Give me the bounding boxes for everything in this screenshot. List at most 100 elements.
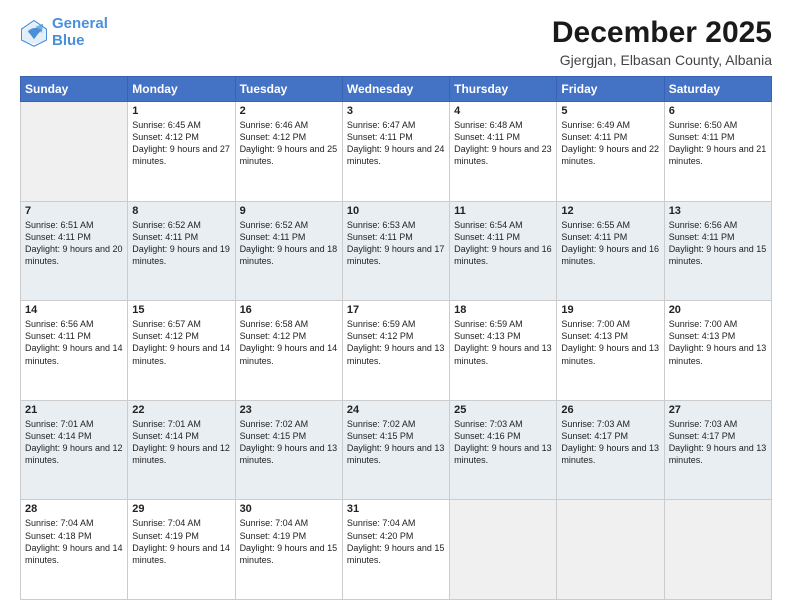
calendar-cell: 2 Sunrise: 6:46 AMSunset: 4:12 PMDaylight… xyxy=(235,102,342,202)
calendar-cell: 19 Sunrise: 7:00 AMSunset: 4:13 PMDayligh… xyxy=(557,301,664,401)
calendar-cell: 13 Sunrise: 6:56 AMSunset: 4:11 PMDayligh… xyxy=(664,201,771,301)
header-tuesday: Tuesday xyxy=(235,77,342,102)
day-info: Sunrise: 6:46 AMSunset: 4:12 PMDaylight:… xyxy=(240,119,338,168)
day-number: 29 xyxy=(132,503,230,515)
logo-line2: Blue xyxy=(52,32,85,49)
calendar-cell: 5 Sunrise: 6:49 AMSunset: 4:11 PMDaylight… xyxy=(557,102,664,202)
calendar-cell: 21 Sunrise: 7:01 AMSunset: 4:14 PMDayligh… xyxy=(21,400,128,500)
logo-line1: General xyxy=(52,15,108,32)
day-info: Sunrise: 6:56 AMSunset: 4:11 PMDaylight:… xyxy=(669,219,767,268)
day-info: Sunrise: 7:02 AMSunset: 4:15 PMDaylight:… xyxy=(240,418,338,467)
day-info: Sunrise: 6:49 AMSunset: 4:11 PMDaylight:… xyxy=(561,119,659,168)
day-info: Sunrise: 6:50 AMSunset: 4:11 PMDaylight:… xyxy=(669,119,767,168)
logo: General Blue xyxy=(20,16,108,49)
day-info: Sunrise: 6:59 AMSunset: 4:12 PMDaylight:… xyxy=(347,318,445,367)
day-number: 19 xyxy=(561,304,659,316)
calendar-cell xyxy=(664,500,771,600)
calendar-cell xyxy=(557,500,664,600)
calendar-cell: 23 Sunrise: 7:02 AMSunset: 4:15 PMDayligh… xyxy=(235,400,342,500)
day-info: Sunrise: 6:55 AMSunset: 4:11 PMDaylight:… xyxy=(561,219,659,268)
day-number: 22 xyxy=(132,404,230,416)
calendar-cell: 18 Sunrise: 6:59 AMSunset: 4:13 PMDayligh… xyxy=(450,301,557,401)
day-info: Sunrise: 6:52 AMSunset: 4:11 PMDaylight:… xyxy=(132,219,230,268)
calendar-cell: 27Sunrise: 7:03 AMSunset: 4:17 PMDayligh… xyxy=(664,400,771,500)
day-number: 12 xyxy=(561,205,659,217)
calendar-cell: 1Sunrise: 6:45 AMSunset: 4:12 PMDaylight… xyxy=(128,102,235,202)
calendar-cell: 3Sunrise: 6:47 AMSunset: 4:11 PMDaylight… xyxy=(342,102,449,202)
day-info: Sunrise: 6:57 AMSunset: 4:12 PMDaylight:… xyxy=(132,318,230,367)
logo-icon xyxy=(20,19,48,47)
day-number: 26 xyxy=(561,404,659,416)
calendar-cell: 11 Sunrise: 6:54 AMSunset: 4:11 PMDayligh… xyxy=(450,201,557,301)
day-info: Sunrise: 6:45 AMSunset: 4:12 PMDaylight:… xyxy=(132,119,230,168)
calendar-cell: 12 Sunrise: 6:55 AMSunset: 4:11 PMDayligh… xyxy=(557,201,664,301)
calendar-cell: 6 Sunrise: 6:50 AMSunset: 4:11 PMDaylight… xyxy=(664,102,771,202)
calendar: Sunday Monday Tuesday Wednesday Thursday… xyxy=(20,76,772,600)
calendar-week-row: 28 Sunrise: 7:04 AMSunset: 4:18 PMDayligh… xyxy=(21,500,772,600)
day-number: 8 xyxy=(132,205,230,217)
day-info: Sunrise: 6:59 AMSunset: 4:13 PMDaylight:… xyxy=(454,318,552,367)
day-number: 9 xyxy=(240,205,338,217)
header-monday: Monday xyxy=(128,77,235,102)
day-info: Sunrise: 7:04 AMSunset: 4:19 PMDaylight:… xyxy=(132,517,230,566)
calendar-cell: 9Sunrise: 6:52 AMSunset: 4:11 PMDaylight… xyxy=(235,201,342,301)
day-number: 23 xyxy=(240,404,338,416)
day-info: Sunrise: 7:02 AMSunset: 4:15 PMDaylight:… xyxy=(347,418,445,467)
day-info: Sunrise: 7:04 AMSunset: 4:18 PMDaylight:… xyxy=(25,517,123,566)
calendar-cell: 22 Sunrise: 7:01 AMSunset: 4:14 PMDayligh… xyxy=(128,400,235,500)
calendar-cell: 25Sunrise: 7:03 AMSunset: 4:16 PMDayligh… xyxy=(450,400,557,500)
day-number: 3 xyxy=(347,105,445,117)
day-info: Sunrise: 7:04 AMSunset: 4:19 PMDaylight:… xyxy=(240,517,338,566)
day-number: 6 xyxy=(669,105,767,117)
day-number: 31 xyxy=(347,503,445,515)
day-info: Sunrise: 7:01 AMSunset: 4:14 PMDaylight:… xyxy=(25,418,123,467)
day-info: Sunrise: 6:58 AMSunset: 4:12 PMDaylight:… xyxy=(240,318,338,367)
title-block: December 2025 Gjergjan, Elbasan County, … xyxy=(552,16,772,68)
day-info: Sunrise: 6:54 AMSunset: 4:11 PMDaylight:… xyxy=(454,219,552,268)
logo-text: General Blue xyxy=(52,16,108,49)
calendar-week-row: 7Sunrise: 6:51 AMSunset: 4:11 PMDaylight… xyxy=(21,201,772,301)
day-number: 24 xyxy=(347,404,445,416)
header-sunday: Sunday xyxy=(21,77,128,102)
day-info: Sunrise: 7:00 AMSunset: 4:13 PMDaylight:… xyxy=(561,318,659,367)
calendar-cell: 4 Sunrise: 6:48 AMSunset: 4:11 PMDaylight… xyxy=(450,102,557,202)
header: General Blue December 2025 Gjergjan, Elb… xyxy=(20,16,772,68)
day-number: 14 xyxy=(25,304,123,316)
month-year: December 2025 xyxy=(552,16,772,50)
day-info: Sunrise: 7:03 AMSunset: 4:16 PMDaylight:… xyxy=(454,418,552,467)
calendar-week-row: 1Sunrise: 6:45 AMSunset: 4:12 PMDaylight… xyxy=(21,102,772,202)
day-info: Sunrise: 7:03 AMSunset: 4:17 PMDaylight:… xyxy=(561,418,659,467)
calendar-cell: 16 Sunrise: 6:58 AMSunset: 4:12 PMDayligh… xyxy=(235,301,342,401)
location: Gjergjan, Elbasan County, Albania xyxy=(552,52,772,68)
calendar-cell: 7Sunrise: 6:51 AMSunset: 4:11 PMDaylight… xyxy=(21,201,128,301)
calendar-cell: 15Sunrise: 6:57 AMSunset: 4:12 PMDayligh… xyxy=(128,301,235,401)
day-number: 10 xyxy=(347,205,445,217)
day-number: 5 xyxy=(561,105,659,117)
day-number: 4 xyxy=(454,105,552,117)
calendar-cell xyxy=(450,500,557,600)
page: General Blue December 2025 Gjergjan, Elb… xyxy=(0,0,792,612)
day-number: 13 xyxy=(669,205,767,217)
day-info: Sunrise: 6:56 AMSunset: 4:11 PMDaylight:… xyxy=(25,318,123,367)
day-number: 7 xyxy=(25,205,123,217)
day-info: Sunrise: 6:53 AMSunset: 4:11 PMDaylight:… xyxy=(347,219,445,268)
day-number: 28 xyxy=(25,503,123,515)
day-number: 27 xyxy=(669,404,767,416)
day-info: Sunrise: 6:48 AMSunset: 4:11 PMDaylight:… xyxy=(454,119,552,168)
day-number: 16 xyxy=(240,304,338,316)
calendar-cell: 20 Sunrise: 7:00 AMSunset: 4:13 PMDayligh… xyxy=(664,301,771,401)
day-number: 2 xyxy=(240,105,338,117)
header-saturday: Saturday xyxy=(664,77,771,102)
day-number: 21 xyxy=(25,404,123,416)
calendar-cell: 31 Sunrise: 7:04 AMSunset: 4:20 PMDayligh… xyxy=(342,500,449,600)
calendar-cell xyxy=(21,102,128,202)
day-number: 20 xyxy=(669,304,767,316)
day-info: Sunrise: 7:04 AMSunset: 4:20 PMDaylight:… xyxy=(347,517,445,566)
calendar-cell: 17Sunrise: 6:59 AMSunset: 4:12 PMDayligh… xyxy=(342,301,449,401)
day-number: 11 xyxy=(454,205,552,217)
day-number: 30 xyxy=(240,503,338,515)
day-number: 18 xyxy=(454,304,552,316)
calendar-cell: 8 Sunrise: 6:52 AMSunset: 4:11 PMDaylight… xyxy=(128,201,235,301)
day-info: Sunrise: 7:01 AMSunset: 4:14 PMDaylight:… xyxy=(132,418,230,467)
day-info: Sunrise: 7:00 AMSunset: 4:13 PMDaylight:… xyxy=(669,318,767,367)
